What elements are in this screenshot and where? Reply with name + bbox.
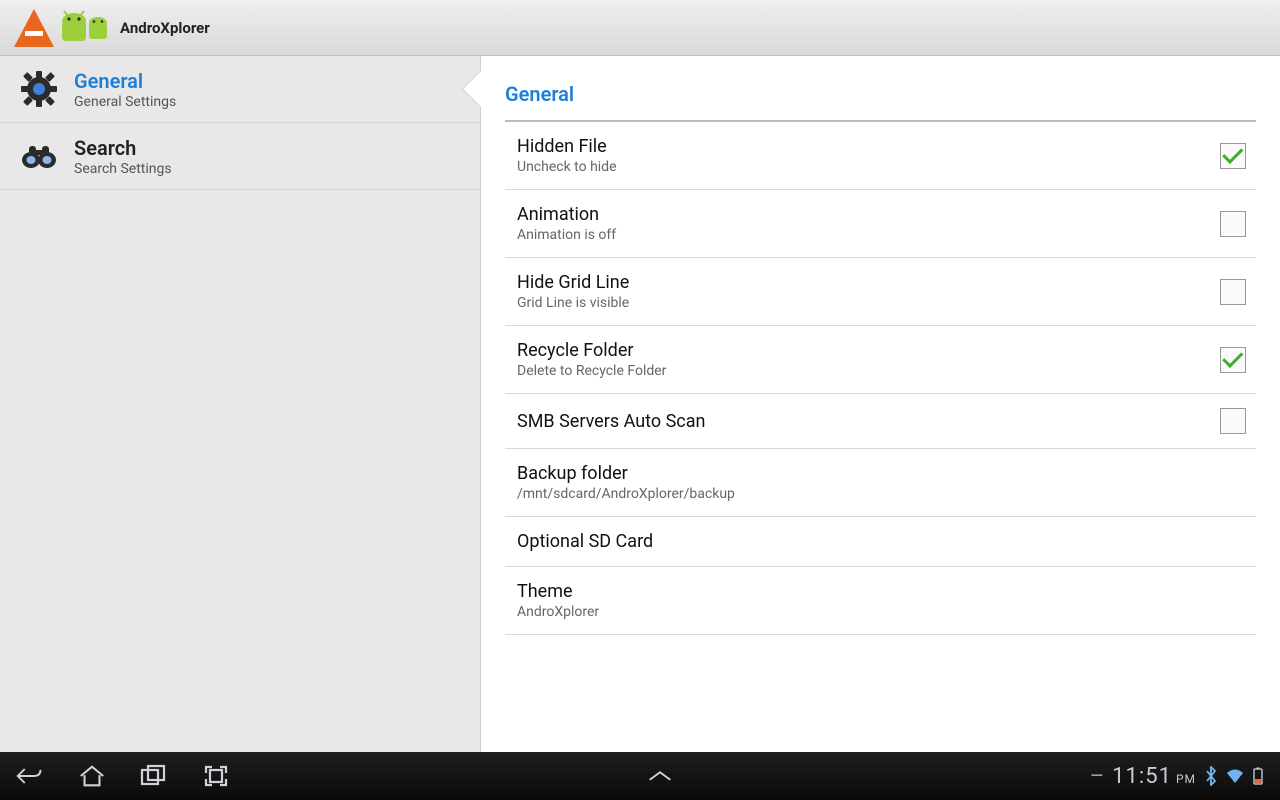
bluetooth-icon	[1204, 766, 1218, 786]
setting-title: Hidden File	[517, 136, 1220, 157]
setting-backup-folder[interactable]: Backup folder /mnt/sdcard/AndroXplorer/b…	[505, 449, 1256, 517]
sidebar-item-title: General	[74, 69, 176, 93]
app-title: AndroXplorer	[120, 19, 210, 37]
setting-title: Theme	[517, 581, 1252, 602]
setting-animation[interactable]: Animation Animation is off	[505, 190, 1256, 258]
setting-title: Hide Grid Line	[517, 272, 1220, 293]
setting-subtitle: Grid Line is visible	[517, 295, 1220, 311]
setting-hidden-file[interactable]: Hidden File Uncheck to hide	[505, 122, 1256, 190]
setting-optional-sd-card[interactable]: Optional SD Card	[505, 517, 1256, 567]
sidebar-item-subtitle: General Settings	[74, 94, 176, 110]
sidebar-item-title: Search	[74, 136, 172, 160]
setting-subtitle: Animation is off	[517, 227, 1220, 243]
clock-ampm: PM	[1176, 772, 1196, 786]
app-logo	[10, 7, 110, 49]
binoculars-icon	[18, 135, 60, 177]
setting-title: Optional SD Card	[517, 531, 1252, 552]
setting-recycle-folder[interactable]: Recycle Folder Delete to Recycle Folder	[505, 326, 1256, 394]
expand-handle[interactable]	[646, 762, 674, 790]
checkbox[interactable]	[1220, 408, 1246, 434]
checkbox[interactable]	[1220, 279, 1246, 305]
section-heading: General	[505, 78, 1256, 120]
recent-apps-button[interactable]	[140, 762, 168, 790]
setting-title: Recycle Folder	[517, 340, 1220, 361]
checkbox[interactable]	[1220, 143, 1246, 169]
setting-theme[interactable]: Theme AndroXplorer	[505, 567, 1256, 635]
setting-subtitle: AndroXplorer	[517, 604, 1252, 620]
settings-sidebar: General General Settings	[0, 56, 480, 752]
sidebar-item-search[interactable]: Search Search Settings	[0, 123, 480, 190]
battery-icon	[1252, 767, 1264, 785]
gear-icon	[18, 68, 60, 110]
clock-time: 11:51	[1112, 764, 1172, 789]
back-button[interactable]	[16, 762, 44, 790]
home-button[interactable]	[78, 762, 106, 790]
sidebar-item-subtitle: Search Settings	[74, 161, 172, 177]
setting-subtitle: /mnt/sdcard/AndroXplorer/backup	[517, 486, 1252, 502]
status-dash-icon: –	[1090, 764, 1104, 789]
wifi-icon	[1226, 768, 1244, 784]
sidebar-item-general[interactable]: General General Settings	[0, 56, 480, 123]
setting-subtitle: Uncheck to hide	[517, 159, 1220, 175]
app-bar: AndroXplorer	[0, 0, 1280, 56]
setting-smb-auto-scan[interactable]: SMB Servers Auto Scan	[505, 394, 1256, 449]
checkbox[interactable]	[1220, 211, 1246, 237]
content-panel: General Hidden File Uncheck to hide Anim…	[480, 56, 1280, 752]
status-clock[interactable]: 11:51 PM	[1112, 764, 1196, 789]
setting-title: SMB Servers Auto Scan	[517, 411, 1220, 432]
setting-subtitle: Delete to Recycle Folder	[517, 363, 1220, 379]
system-navbar: – 11:51 PM	[0, 752, 1280, 800]
setting-title: Backup folder	[517, 463, 1252, 484]
screenshot-button[interactable]	[202, 762, 230, 790]
setting-title: Animation	[517, 204, 1220, 225]
setting-hide-grid-line[interactable]: Hide Grid Line Grid Line is visible	[505, 258, 1256, 326]
checkbox[interactable]	[1220, 347, 1246, 373]
